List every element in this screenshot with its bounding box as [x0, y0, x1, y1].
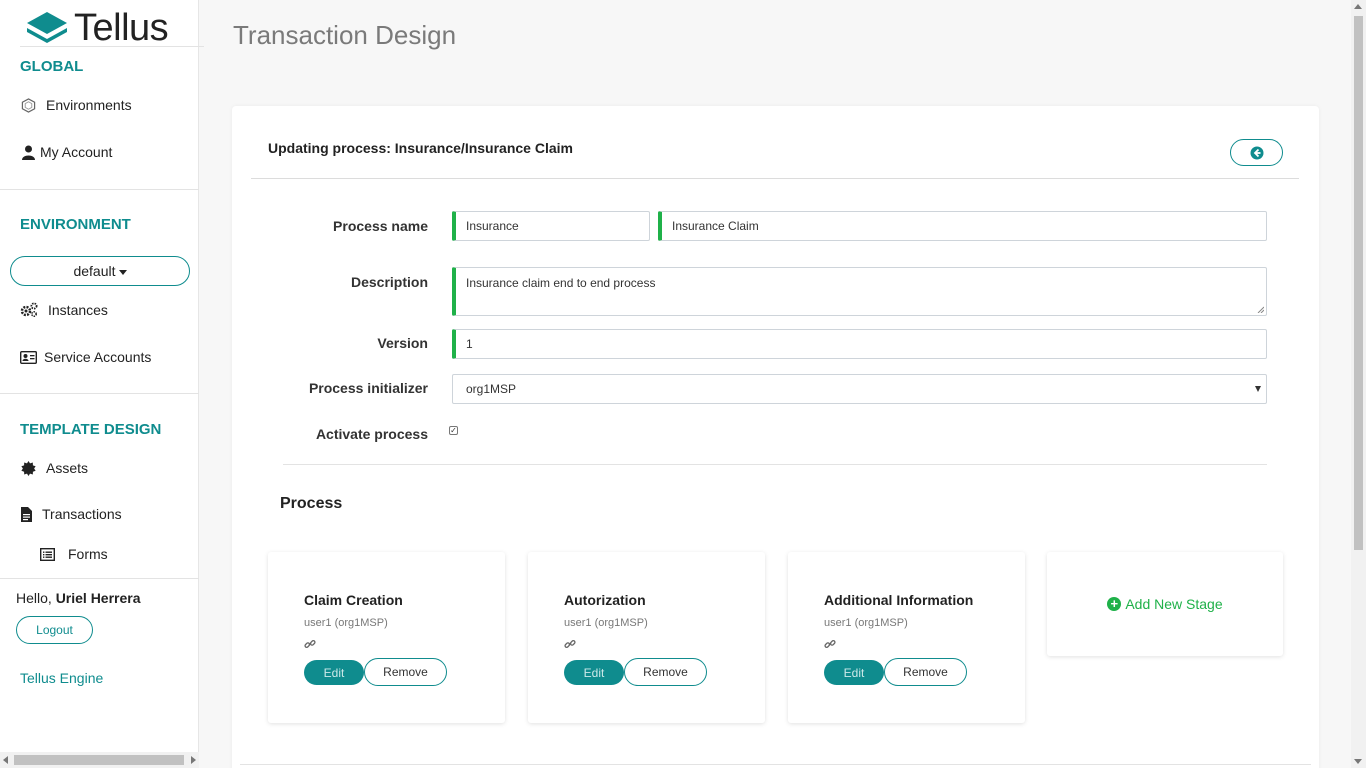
- section-title-global: GLOBAL: [20, 58, 84, 75]
- nav-instances[interactable]: Instances: [20, 302, 108, 318]
- nav-forms[interactable]: Forms: [40, 546, 108, 562]
- tellus-logo-icon: [27, 12, 67, 43]
- sidebar-divider: [0, 393, 199, 394]
- scroll-down-icon[interactable]: [1354, 759, 1362, 764]
- nav-environments[interactable]: Environments: [20, 97, 132, 113]
- remove-stage-button[interactable]: Remove: [364, 658, 447, 686]
- sidebar: Tellus GLOBAL Environments My Account EN…: [0, 0, 204, 768]
- logo-divider: [20, 46, 204, 47]
- arrow-left-circle-icon: [1250, 146, 1263, 159]
- add-new-stage-button[interactable]: + Add New Stage: [1047, 552, 1283, 656]
- scroll-left-icon[interactable]: [3, 756, 8, 764]
- process-section-title: Process: [280, 495, 343, 512]
- process-group-input[interactable]: Insurance: [452, 211, 650, 241]
- resize-handle-icon[interactable]: [1257, 306, 1264, 313]
- stage-title: Additional Information: [824, 592, 974, 608]
- description-textarea[interactable]: Insurance claim end to end process: [452, 267, 1267, 316]
- section-title-environment: ENVIRONMENT: [20, 216, 131, 233]
- tellus-logo[interactable]: Tellus: [26, 6, 169, 49]
- file-icon: [20, 506, 32, 522]
- process-card: Updating process: Insurance/Insurance Cl…: [232, 106, 1319, 768]
- nav-environments-label: Environments: [46, 97, 132, 113]
- activate-process-label: Activate process: [315, 426, 428, 442]
- hexagon-icon: [20, 97, 36, 113]
- list-icon: [40, 546, 55, 562]
- nav-forms-label: Forms: [68, 546, 108, 562]
- activate-process-checkbox[interactable]: ✓: [449, 426, 458, 435]
- process-name-input[interactable]: Insurance Claim: [658, 211, 1267, 241]
- stage-card: Claim Creation user1 (org1MSP) Edit Remo…: [268, 552, 505, 723]
- card-header: Updating process: Insurance/Insurance Cl…: [268, 140, 573, 156]
- page-title: Transaction Design: [233, 20, 457, 50]
- brand-name: Tellus: [74, 6, 169, 49]
- stage-card: Autorization user1 (org1MSP) Edit Remove: [528, 552, 765, 723]
- link-icon[interactable]: [304, 638, 316, 650]
- scroll-right-icon[interactable]: [191, 756, 196, 764]
- nav-my-account-label: My Account: [40, 144, 113, 160]
- link-icon[interactable]: [824, 638, 836, 650]
- process-name-label: Process name: [333, 218, 428, 234]
- stage-user: user1 (org1MSP): [304, 617, 388, 629]
- stage-title: Autorization: [564, 592, 646, 608]
- description-label: Description: [350, 274, 428, 290]
- greeting: Hello, Uriel Herrera: [16, 590, 141, 606]
- back-button[interactable]: [1230, 139, 1283, 166]
- gear-badge-icon: [20, 460, 36, 476]
- chevron-down-icon: [1255, 386, 1261, 392]
- section-title-template-design: TEMPLATE DESIGN: [20, 421, 162, 438]
- tellus-engine-link[interactable]: Tellus Engine: [20, 670, 103, 686]
- link-icon[interactable]: [564, 638, 576, 650]
- stage-card: Additional Information user1 (org1MSP) E…: [788, 552, 1025, 723]
- plus-circle-icon: +: [1107, 597, 1122, 611]
- description-text: Insurance claim end to end process: [466, 276, 656, 290]
- environment-select[interactable]: default: [10, 256, 190, 286]
- nav-assets-label: Assets: [46, 460, 89, 476]
- form-divider: [283, 464, 1267, 465]
- sidebar-divider: [0, 578, 199, 579]
- edit-stage-button[interactable]: Edit: [824, 660, 884, 685]
- scrollbar-thumb[interactable]: [1354, 16, 1363, 550]
- caret-down-icon: [118, 269, 127, 275]
- environment-select-value: default: [73, 263, 116, 279]
- stage-user: user1 (org1MSP): [564, 617, 648, 629]
- edit-stage-button[interactable]: Edit: [304, 660, 364, 685]
- process-initializer-select[interactable]: org1MSP: [452, 374, 1267, 404]
- header-divider: [251, 178, 1299, 179]
- horizontal-scrollbar[interactable]: [0, 752, 199, 768]
- gears-icon: [20, 302, 38, 318]
- nav-assets[interactable]: Assets: [20, 460, 88, 476]
- user-name: Uriel Herrera: [55, 590, 141, 606]
- stage-user: user1 (org1MSP): [824, 617, 908, 629]
- nav-transactions-label: Transactions: [42, 506, 122, 522]
- version-label: Version: [377, 335, 428, 351]
- card-bottom-divider: [240, 764, 1311, 765]
- logout-button[interactable]: Logout: [16, 616, 93, 644]
- nav-my-account[interactable]: My Account: [20, 144, 112, 160]
- process-initializer-value: org1MSP: [466, 382, 517, 396]
- process-initializer-label: Process initializer: [308, 380, 428, 396]
- nav-service-accounts[interactable]: Service Accounts: [20, 349, 151, 365]
- greeting-prefix: Hello,: [16, 590, 52, 606]
- user-icon: [20, 144, 36, 160]
- add-new-stage-label: Add New Stage: [1125, 596, 1223, 612]
- nav-transactions[interactable]: Transactions: [20, 506, 122, 522]
- sidebar-divider: [0, 189, 199, 190]
- nav-instances-label: Instances: [48, 302, 108, 318]
- remove-stage-button[interactable]: Remove: [884, 658, 967, 686]
- remove-stage-button[interactable]: Remove: [624, 658, 707, 686]
- vertical-scrollbar[interactable]: [1351, 0, 1366, 768]
- id-card-icon: [20, 349, 37, 365]
- edit-stage-button[interactable]: Edit: [564, 660, 624, 685]
- version-input[interactable]: 1: [452, 329, 1267, 359]
- stage-title: Claim Creation: [304, 592, 403, 608]
- scrollbar-thumb[interactable]: [14, 755, 184, 765]
- scroll-up-icon[interactable]: [1354, 4, 1362, 9]
- nav-service-accounts-label: Service Accounts: [44, 349, 152, 365]
